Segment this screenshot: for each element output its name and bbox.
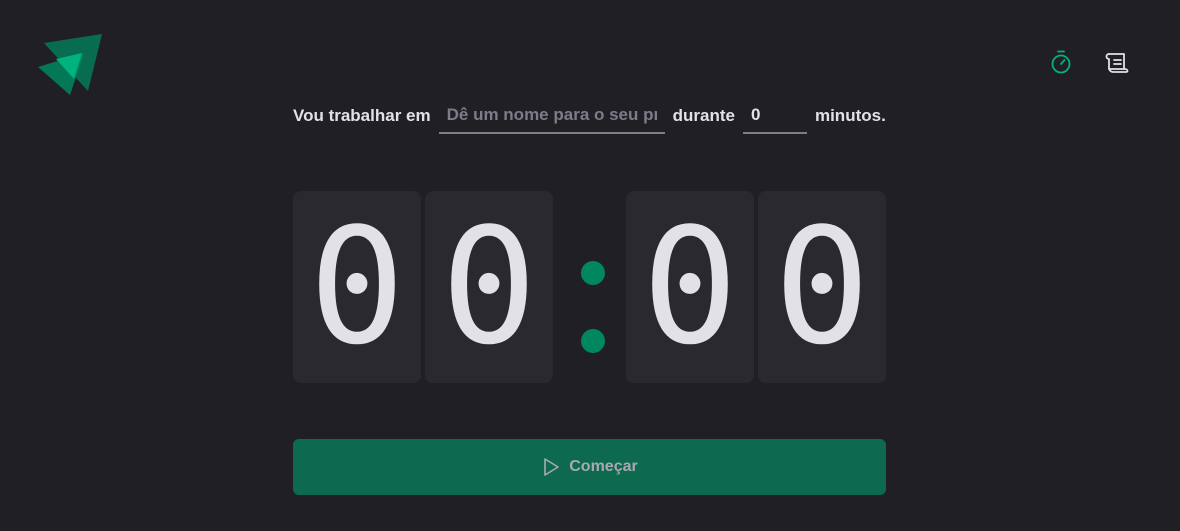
- minutes-suffix-label: minutos.: [814, 106, 886, 125]
- start-button[interactable]: Começar: [293, 439, 886, 495]
- seconds-ones-digit: 0: [758, 191, 886, 383]
- minutes-input[interactable]: [742, 98, 807, 134]
- seconds-tens-digit: 0: [626, 191, 754, 383]
- minutes-ones-digit: 0: [425, 191, 553, 383]
- nav-history-link[interactable]: [1104, 51, 1130, 77]
- separator-dot-top: [581, 261, 605, 285]
- header-nav: [1048, 50, 1130, 79]
- play-icon: [541, 457, 561, 477]
- nav-timer-link[interactable]: [1048, 50, 1074, 79]
- pomodoro-page: Vou trabalhar em durante minutos. 0 0 0 …: [0, 0, 1180, 531]
- task-form: Vou trabalhar em durante minutos.: [293, 96, 893, 136]
- duration-label: durante: [672, 106, 735, 125]
- scroll-history-icon: [1105, 51, 1129, 78]
- countdown-separator: [581, 261, 605, 353]
- minutes-tens-digit: 0: [293, 191, 421, 383]
- timer-icon: [1050, 50, 1072, 79]
- separator-dot-bottom: [581, 329, 605, 353]
- task-name-input[interactable]: [438, 98, 665, 134]
- task-prefix-label: Vou trabalhar em: [293, 106, 431, 125]
- start-button-label: Começar: [569, 458, 638, 475]
- triangles-logo-icon: [36, 33, 104, 97]
- countdown: 0 0 0 0: [293, 191, 886, 383]
